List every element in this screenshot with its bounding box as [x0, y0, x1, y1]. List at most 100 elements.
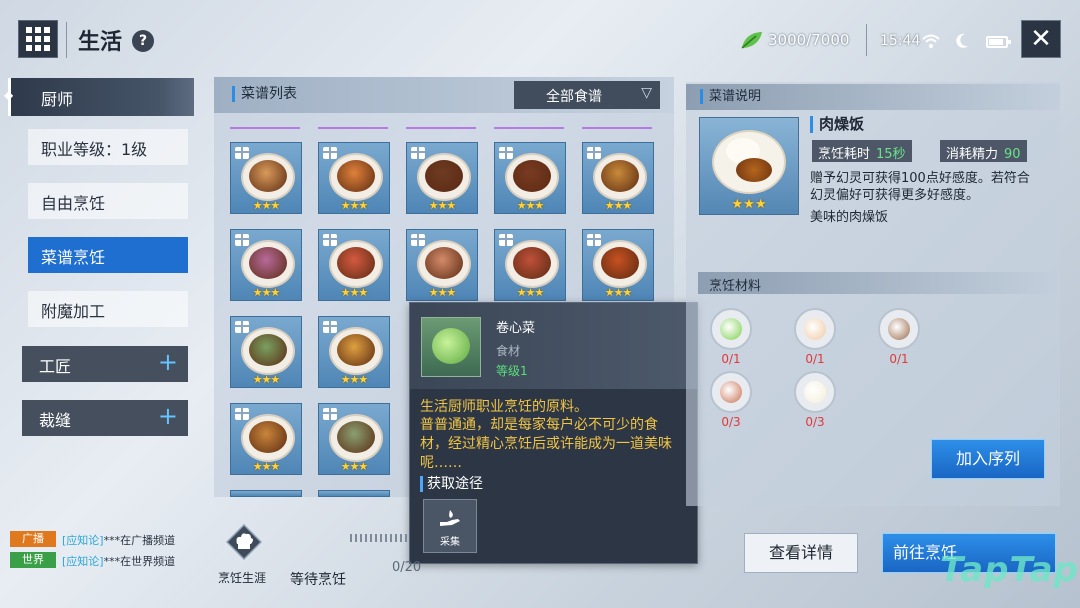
- add-to-queue-button[interactable]: 加入序列: [931, 439, 1045, 479]
- chef-hat-icon[interactable]: [226, 524, 262, 560]
- recipe-filter-dropdown[interactable]: 全部食谱 ▽: [514, 81, 660, 109]
- nav-group-craftsman[interactable]: 工匠 +: [22, 346, 188, 382]
- cook-time-label: 烹饪耗时: [818, 147, 871, 162]
- dish-flavor-text: 美味的肉燥饭: [810, 210, 889, 225]
- egg-icon[interactable]: [794, 308, 836, 350]
- recipe-stars: ★★★: [516, 286, 545, 299]
- dish-image: ★★★: [699, 117, 799, 215]
- gift-icon: [323, 408, 337, 420]
- title-divider: [66, 22, 67, 58]
- dish-food: [601, 247, 639, 279]
- energy-cost-value: 90: [1004, 147, 1021, 162]
- cabbage-icon[interactable]: [710, 308, 752, 350]
- chat-tag-broadcast: 广播: [10, 531, 56, 547]
- cook-time-value: 15秒: [876, 147, 906, 162]
- recipe-cell[interactable]: ★★★: [494, 142, 566, 214]
- material-art: [720, 318, 742, 340]
- view-details-button[interactable]: 查看详情: [744, 533, 858, 573]
- waiting-label: 等待烹饪: [290, 572, 346, 588]
- recipe-cell[interactable]: ★★★: [318, 403, 390, 475]
- dish-food: [601, 160, 639, 192]
- tooltip-source-title: 获取途径: [420, 476, 483, 492]
- status-divider: [866, 24, 867, 56]
- recipe-stars: ★★★: [252, 373, 281, 386]
- recipe-cell[interactable]: ★★★: [230, 403, 302, 475]
- tooltip-item-type: 食材: [496, 344, 521, 358]
- material-art: [804, 318, 826, 340]
- tooltip-description: 生活厨师职业烹饪的原料。: [420, 399, 588, 415]
- battery-icon: [986, 36, 1011, 48]
- wifi-icon: [922, 34, 940, 48]
- recipe-cell[interactable]: ★★★: [318, 142, 390, 214]
- leaf-icon: [741, 32, 762, 49]
- dish-food: [249, 160, 287, 192]
- chat-line[interactable]: [应知论]***在世界频道: [62, 553, 175, 569]
- rarity-line: [494, 127, 564, 129]
- recipe-stars: ★★★: [604, 286, 633, 299]
- recipe-cell[interactable]: ★★★: [230, 229, 302, 301]
- recipe-stars: ★★★: [428, 286, 457, 299]
- dish-food: [513, 247, 551, 279]
- nav-group-tailor[interactable]: 裁缝 +: [22, 400, 188, 436]
- mushroom-icon[interactable]: [878, 308, 920, 350]
- material-art: [888, 318, 910, 340]
- tofu-icon[interactable]: [794, 371, 836, 413]
- nav-category-chef[interactable]: ◆ 厨师: [4, 78, 194, 116]
- gather-label: 采集: [440, 537, 460, 548]
- moon-icon: [956, 33, 968, 48]
- recipe-cell[interactable]: ★★★: [406, 229, 478, 301]
- recipe-cell[interactable]: [230, 490, 302, 497]
- material-count: 0/1: [889, 352, 909, 366]
- recipe-cell[interactable]: [318, 490, 390, 497]
- chat-line[interactable]: [应知论]***在广播频道: [62, 532, 175, 548]
- recipe-cell[interactable]: ★★★: [318, 316, 390, 388]
- energy-cost-badge: 消耗精力 90: [940, 140, 1027, 162]
- rarity-line: [318, 127, 388, 129]
- nav-category-label: 厨师: [41, 90, 74, 109]
- material-count: 0/3: [721, 415, 741, 429]
- close-button[interactable]: ✕: [1021, 20, 1061, 58]
- recipe-cell[interactable]: ★★★: [318, 229, 390, 301]
- gather-source-button[interactable]: 采集: [423, 499, 477, 553]
- chat-sender: [应知论]: [62, 555, 104, 568]
- cabbage-icon: [421, 317, 481, 377]
- gift-icon: [235, 234, 249, 246]
- dish-food: [337, 247, 375, 279]
- tooltip-flavor-text: 普普通通，却是每家每户必不可少的食材，经过精心烹饪后或许能成为一道美味呢……: [420, 417, 672, 471]
- recipe-stars: ★★★: [252, 199, 281, 212]
- material-count: 0/3: [805, 415, 825, 429]
- gift-icon: [587, 147, 601, 159]
- nav-recipe-cooking[interactable]: 菜谱烹饪: [28, 237, 188, 273]
- rarity-line: [582, 127, 652, 129]
- material-art: [720, 381, 742, 403]
- dish-food: [249, 247, 287, 279]
- recipe-cell[interactable]: ★★★: [582, 229, 654, 301]
- queue-progress-ticks: [350, 534, 410, 542]
- recipe-stars: ★★★: [340, 460, 369, 473]
- gift-icon: [235, 147, 249, 159]
- meat-icon[interactable]: [710, 371, 752, 413]
- recipe-cell[interactable]: ★★★: [230, 142, 302, 214]
- dish-food: [249, 334, 287, 366]
- filter-value: 全部食谱: [546, 89, 602, 105]
- grid-menu-icon[interactable]: [18, 20, 58, 58]
- recipe-cell[interactable]: ★★★: [406, 142, 478, 214]
- career-label: 烹饪生涯: [218, 571, 267, 585]
- chat-text: ***在世界频道: [103, 555, 176, 568]
- nav-enchant[interactable]: 附魔加工: [28, 291, 188, 327]
- recipe-cell[interactable]: ★★★: [230, 316, 302, 388]
- recipe-cell[interactable]: ★★★: [582, 142, 654, 214]
- page-title: 生活: [78, 30, 123, 55]
- recipe-stars: ★★★: [428, 199, 457, 212]
- cook-time-badge: 烹饪耗时 15秒: [812, 140, 912, 162]
- gift-icon: [411, 234, 425, 246]
- nav-job-level[interactable]: 职业等级：1级: [28, 129, 188, 165]
- chevron-down-icon: ▽: [641, 85, 652, 101]
- question-icon[interactable]: ?: [132, 30, 154, 52]
- tooltip-item-name: 卷心菜: [496, 321, 536, 336]
- tooltip-item-level: 等级1: [496, 364, 528, 378]
- recipe-cell[interactable]: ★★★: [494, 229, 566, 301]
- recipe-stars: ★★★: [516, 199, 545, 212]
- nav-free-cooking[interactable]: 自由烹饪: [28, 183, 188, 219]
- material-count: 0/1: [721, 352, 741, 366]
